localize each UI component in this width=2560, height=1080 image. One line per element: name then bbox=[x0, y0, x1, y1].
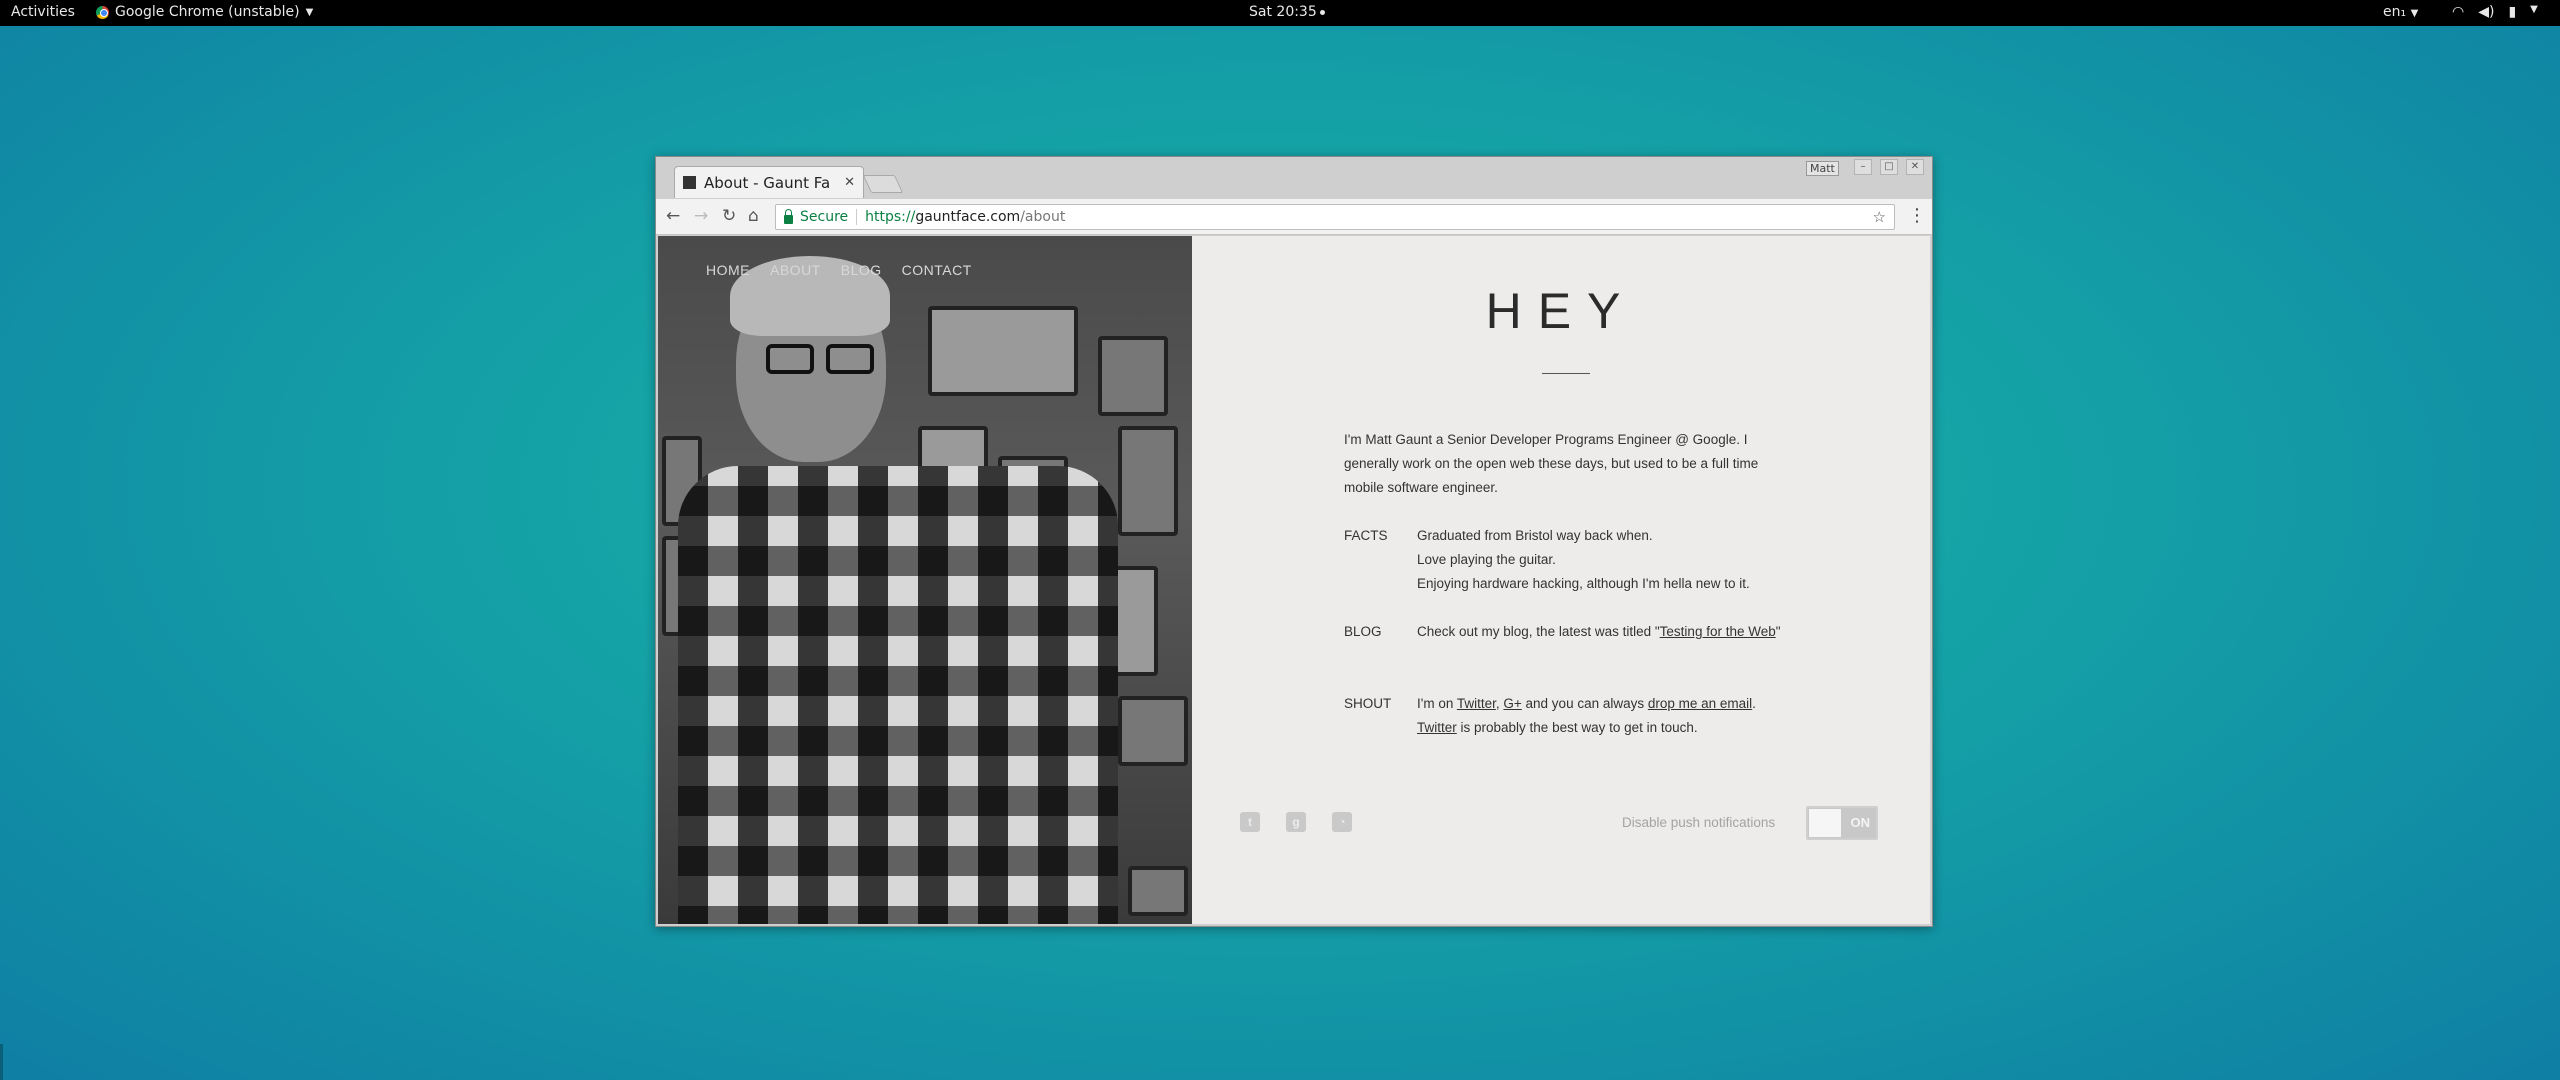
chevron-down-icon: ▼ bbox=[2410, 8, 2419, 19]
home-icon[interactable]: ⌂ bbox=[748, 206, 759, 226]
toggle-state: ON bbox=[1850, 815, 1871, 830]
battery-icon: ▮ bbox=[2508, 4, 2517, 20]
blog-label: BLOG bbox=[1344, 624, 1382, 639]
profile-photo: HOME ABOUT BLOG CONTACT bbox=[658, 236, 1192, 924]
nav-home[interactable]: HOME bbox=[706, 262, 750, 278]
desktop-corner bbox=[0, 1044, 3, 1080]
web-page: HOME ABOUT BLOG CONTACT HEY I'm Matt Gau… bbox=[658, 236, 1930, 924]
gplus-link[interactable]: G+ bbox=[1503, 696, 1521, 711]
push-notifications-label: Disable push notifications bbox=[1622, 815, 1776, 830]
chevron-down-icon: ▼ bbox=[2530, 4, 2538, 15]
rss-icon[interactable]: ◔ bbox=[1332, 812, 1352, 832]
close-icon[interactable]: ✕ bbox=[844, 175, 855, 190]
reload-icon[interactable]: ↻ bbox=[722, 206, 736, 226]
twitter-link[interactable]: Twitter bbox=[1457, 696, 1496, 711]
shout-label: SHOUT bbox=[1344, 696, 1392, 711]
gnome-top-bar: Activities Google Chrome (unstable) ▼ Sa… bbox=[0, 0, 2560, 26]
chevron-down-icon: ▼ bbox=[305, 6, 314, 18]
nav-blog[interactable]: BLOG bbox=[841, 262, 882, 278]
star-icon[interactable]: ☆ bbox=[1873, 208, 1886, 226]
app-menu[interactable]: Google Chrome (unstable) ▼ bbox=[96, 4, 313, 20]
window-close-button[interactable]: ✕ bbox=[1906, 159, 1924, 175]
latest-post-link[interactable]: Testing for the Web bbox=[1660, 624, 1776, 639]
clock-label: Sat 20:35 bbox=[1249, 4, 1317, 20]
fact-item: Graduated from Bristol way back when. bbox=[1417, 528, 1653, 543]
nav-about[interactable]: ABOUT bbox=[770, 262, 821, 278]
tab-title: About - Gaunt Fa bbox=[704, 173, 831, 192]
intro-paragraph: I'm Matt Gaunt a Senior Developer Progra… bbox=[1344, 432, 1759, 495]
divider bbox=[856, 209, 858, 225]
url-path: /about bbox=[1020, 209, 1066, 225]
profile-badge[interactable]: Matt bbox=[1806, 161, 1839, 176]
google-plus-icon[interactable]: g bbox=[1286, 812, 1306, 832]
blog-text: Check out my blog, the latest was titled… bbox=[1417, 624, 1660, 639]
clock[interactable]: Sat 20:35 bbox=[1249, 4, 1325, 20]
shout-text: is probably the best way to get in touch… bbox=[1456, 720, 1698, 735]
blog-text-end: " bbox=[1775, 624, 1781, 639]
tab-strip: About - Gaunt Fa ✕ Matt – □ ✕ bbox=[656, 157, 1932, 199]
shout-text: and you can always bbox=[1521, 696, 1648, 711]
shout-section: SHOUT I'm on Twitter, G+ and you can alw… bbox=[1344, 692, 1804, 740]
lock-icon bbox=[784, 208, 793, 224]
social-links: t g ◔ bbox=[1240, 812, 1352, 832]
shout-text: . bbox=[1752, 696, 1756, 711]
notification-dot-icon bbox=[1319, 9, 1325, 15]
title-divider bbox=[1542, 373, 1590, 374]
toggle-knob bbox=[1809, 809, 1841, 837]
url-scheme: https:// bbox=[865, 209, 916, 225]
fact-item: Love playing the guitar. bbox=[1417, 552, 1556, 567]
browser-toolbar: ← → ↻ ⌂ Secure https://gauntface.com/abo… bbox=[656, 199, 1932, 235]
fact-item: Enjoying hardware hacking, although I'm … bbox=[1417, 576, 1750, 591]
shout-text: I'm on bbox=[1417, 696, 1457, 711]
wifi-icon: ◠ bbox=[2452, 4, 2465, 20]
chrome-icon bbox=[96, 5, 109, 19]
site-nav: HOME ABOUT BLOG CONTACT bbox=[706, 262, 972, 278]
url-host: gauntface.com bbox=[915, 209, 1021, 225]
volume-icon: ◀) bbox=[2478, 4, 2495, 20]
nav-contact[interactable]: CONTACT bbox=[902, 262, 972, 278]
facts-label: FACTS bbox=[1344, 528, 1388, 543]
page-title: HEY bbox=[1485, 283, 1637, 339]
secure-label: Secure bbox=[800, 209, 849, 225]
lang-label: en₁ bbox=[2383, 4, 2407, 20]
tab-about[interactable]: About - Gaunt Fa ✕ bbox=[674, 166, 864, 198]
back-arrow-icon[interactable]: ← bbox=[666, 206, 680, 226]
blog-section: BLOG Check out my blog, the latest was t… bbox=[1344, 620, 1804, 644]
minimize-button[interactable]: – bbox=[1854, 159, 1872, 175]
twitter-link-2[interactable]: Twitter bbox=[1417, 720, 1457, 735]
browser-window: About - Gaunt Fa ✕ Matt – □ ✕ ← → ↻ ⌂ Se… bbox=[655, 156, 1933, 927]
push-notifications-toggle[interactable]: ON bbox=[1806, 806, 1878, 840]
activities-button[interactable]: Activities bbox=[11, 4, 75, 20]
new-tab-button[interactable] bbox=[862, 175, 904, 193]
more-options-icon[interactable]: ⋮ bbox=[1908, 205, 1926, 226]
address-bar[interactable]: Secure https://gauntface.com/about ☆ bbox=[775, 204, 1895, 230]
system-menu[interactable]: ◠ ◀) ▮ ▼ bbox=[2452, 4, 2538, 20]
maximize-button[interactable]: □ bbox=[1880, 159, 1898, 175]
twitter-icon[interactable]: t bbox=[1240, 812, 1260, 832]
favicon-icon bbox=[683, 176, 696, 189]
keyboard-layout-menu[interactable]: en₁ ▼ bbox=[2383, 4, 2418, 20]
forward-arrow-icon[interactable]: → bbox=[694, 206, 708, 226]
email-link[interactable]: drop me an email bbox=[1648, 696, 1752, 711]
facts-section: FACTS Graduated from Bristol way back wh… bbox=[1344, 524, 1804, 596]
about-content: HEY I'm Matt Gaunt a Senior Developer Pr… bbox=[1192, 236, 1930, 924]
app-menu-label: Google Chrome (unstable) bbox=[115, 4, 300, 20]
